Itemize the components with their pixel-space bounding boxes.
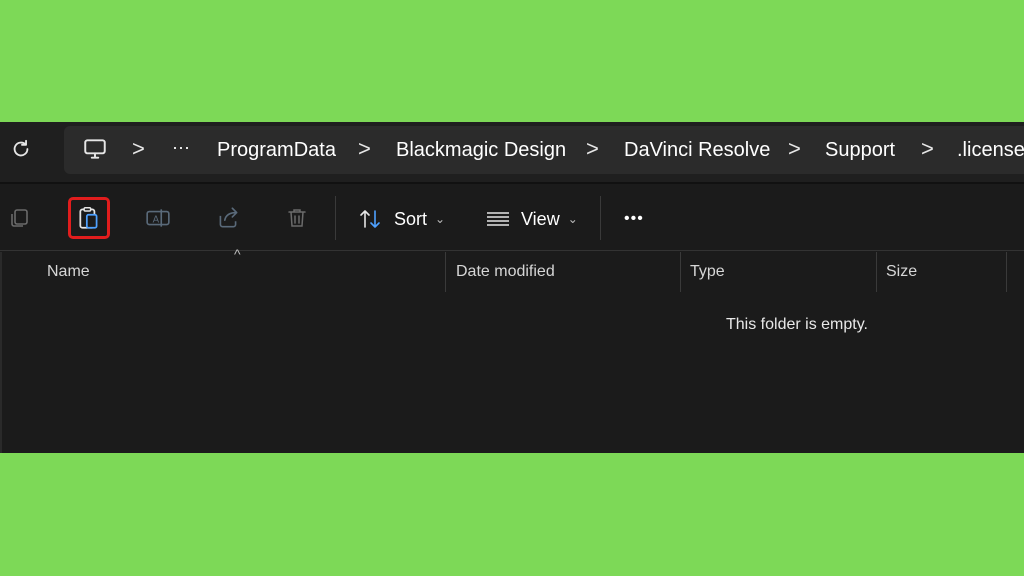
view-icon <box>487 212 509 226</box>
svg-text:A: A <box>153 214 160 225</box>
file-explorer-window: > ··· ProgramData > Blackmagic Design > … <box>0 122 1024 453</box>
column-separator[interactable] <box>445 252 446 292</box>
copy-icon <box>11 209 28 227</box>
command-bar: A Sort ⌄ View ⌄ ••• <box>0 184 1024 250</box>
share-icon <box>219 207 238 228</box>
sort-button[interactable]: Sort ⌄ <box>358 202 445 236</box>
breadcrumb-separator[interactable]: > <box>788 126 801 174</box>
more-options-button[interactable]: ••• <box>624 202 644 236</box>
chevron-down-icon: ⌄ <box>567 212 578 226</box>
breadcrumb-separator[interactable]: > <box>586 126 599 174</box>
address-bar: > ··· ProgramData > Blackmagic Design > … <box>0 122 1024 182</box>
column-separator[interactable] <box>1006 252 1007 292</box>
refresh-icon <box>13 139 29 157</box>
breadcrumb[interactable]: > ··· ProgramData > Blackmagic Design > … <box>64 126 1024 174</box>
view-button[interactable]: View ⌄ <box>485 202 578 236</box>
delete-button[interactable] <box>279 200 315 236</box>
sort-label: Sort <box>394 208 428 229</box>
column-separator[interactable] <box>680 252 681 292</box>
view-label: View <box>521 208 560 229</box>
rename-button[interactable]: A <box>140 200 176 236</box>
copy-button[interactable] <box>1 200 37 236</box>
column-header-size[interactable]: Size <box>886 252 917 292</box>
file-list-edge <box>0 252 2 453</box>
column-header-name[interactable]: Name <box>47 252 90 292</box>
breadcrumb-item-blackmagic-design[interactable]: Blackmagic Design <box>396 126 566 174</box>
divider <box>0 250 1024 251</box>
breadcrumb-item-davinci-resolve[interactable]: DaVinci Resolve <box>624 126 770 174</box>
delete-icon <box>288 209 306 227</box>
breadcrumb-item-license[interactable]: .license <box>957 126 1024 174</box>
column-header-date-modified[interactable]: Date modified <box>456 252 555 292</box>
paste-icon <box>79 206 98 229</box>
share-button[interactable] <box>210 200 246 236</box>
toolbar-separator <box>600 196 601 240</box>
refresh-button[interactable] <box>8 136 34 162</box>
column-separator[interactable] <box>876 252 877 292</box>
column-header-type[interactable]: Type <box>690 252 725 292</box>
empty-folder-message: This folder is empty. <box>726 316 868 333</box>
breadcrumb-overflow[interactable]: ··· <box>172 123 190 171</box>
breadcrumb-separator[interactable]: > <box>358 126 371 174</box>
chevron-down-icon: ⌄ <box>435 212 446 226</box>
breadcrumb-separator[interactable]: > <box>132 126 145 174</box>
sort-ascending-icon: ^ <box>234 246 241 262</box>
this-pc-icon[interactable] <box>82 136 108 167</box>
toolbar-separator <box>335 196 336 240</box>
paste-button[interactable] <box>68 197 110 239</box>
rename-icon: A <box>146 209 170 227</box>
sort-icon <box>360 210 380 228</box>
breadcrumb-separator[interactable]: > <box>921 126 934 174</box>
breadcrumb-item-support[interactable]: Support <box>825 126 895 174</box>
breadcrumb-item-programdata[interactable]: ProgramData <box>217 126 336 174</box>
